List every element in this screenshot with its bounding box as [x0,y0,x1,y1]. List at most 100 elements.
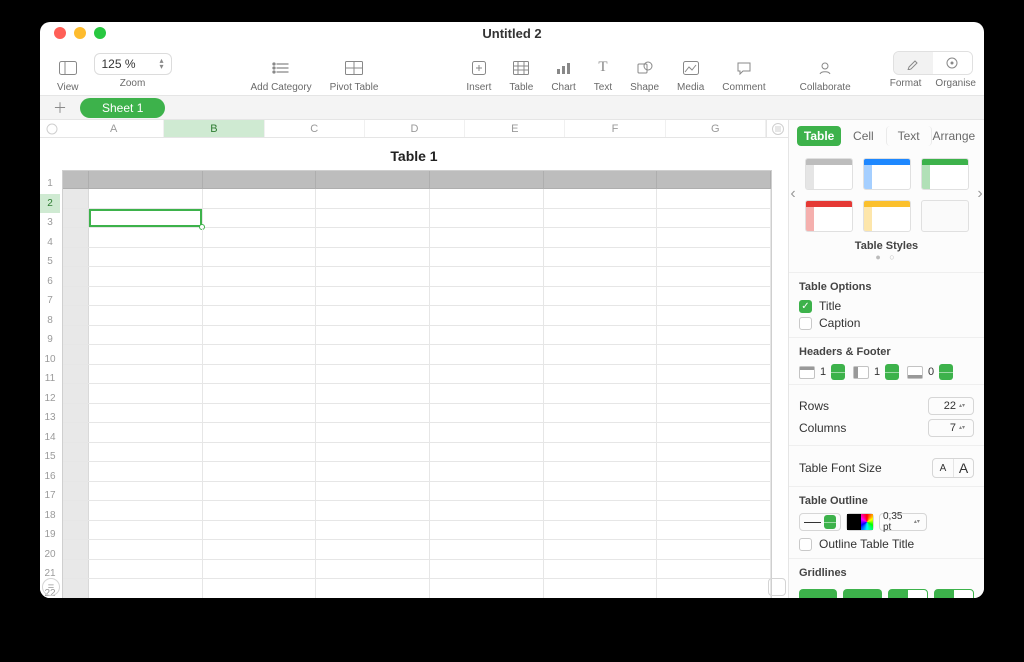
row-header-4[interactable]: 4 [40,233,60,253]
row-header-12[interactable]: 12 [40,389,60,409]
table-row[interactable] [63,228,771,248]
table-row[interactable] [63,248,771,268]
font-larger-button[interactable]: A [953,459,973,477]
row-header-9[interactable]: 9 [40,330,60,350]
chart-button[interactable]: Chart [542,47,584,93]
column-header-B[interactable]: B [164,120,264,137]
column-header-F[interactable]: F [565,120,665,137]
tab-text[interactable]: Text [886,126,932,146]
text-button[interactable]: T Text [585,47,621,93]
pivot-table-button[interactable]: Pivot Table [321,47,388,93]
table-row[interactable] [63,443,771,463]
style-red[interactable] [805,200,853,232]
table-row[interactable] [63,521,771,541]
tab-table[interactable]: Table [797,126,841,146]
header-cols-stepper[interactable]: 1 [853,364,899,380]
table-row[interactable] [63,501,771,521]
font-smaller-button[interactable]: A [933,459,953,477]
row-header-14[interactable]: 14 [40,428,60,448]
style-orange[interactable] [863,200,911,232]
row-header-8[interactable]: 8 [40,311,60,331]
tab-cell[interactable]: Cell [841,126,885,146]
table-row[interactable] [63,365,771,385]
row-header-1[interactable]: 1 [40,174,60,194]
gridlines-header-h[interactable] [888,589,928,598]
column-header-D[interactable]: D [365,120,465,137]
columns-input[interactable]: 7▴▾ [928,419,974,437]
row-header-15[interactable]: 15 [40,447,60,467]
shape-button[interactable]: Shape [621,47,668,93]
table-row[interactable] [63,209,771,229]
column-header-C[interactable]: C [265,120,365,137]
table-row[interactable] [63,267,771,287]
table-row[interactable] [63,540,771,560]
row-header-18[interactable]: 18 [40,506,60,526]
table-row[interactable] [63,423,771,443]
column-header-E[interactable]: E [465,120,565,137]
gridlines-header-v[interactable] [934,589,974,598]
rows-input[interactable]: 22▴▾ [928,397,974,415]
zoom-select[interactable]: 125 % ▴▾ [94,53,172,75]
row-header-17[interactable]: 17 [40,486,60,506]
footer-rows-stepper[interactable]: 0 [907,364,953,380]
table-row[interactable] [63,560,771,580]
row-header-2[interactable]: 2 [40,194,60,214]
formula-button[interactable]: = [42,578,60,596]
style-grey[interactable] [805,158,853,190]
table-row[interactable] [63,345,771,365]
outline-color-select[interactable] [846,513,874,531]
column-header-A[interactable]: A [64,120,164,137]
outline-title-checkbox[interactable]: Outline Table Title [799,537,974,551]
table-row[interactable] [63,482,771,502]
table-button[interactable]: Table [500,47,542,93]
table-row[interactable] [63,384,771,404]
row-header-16[interactable]: 16 [40,467,60,487]
row-header-6[interactable]: 6 [40,272,60,292]
minimise-window[interactable] [74,27,86,39]
add-sheet-button[interactable]: ＋ [48,98,72,118]
table-row[interactable] [63,462,771,482]
sheet-canvas[interactable]: ABCDEFG 12345678910111213141516171819202… [40,120,788,598]
outline-line-select[interactable] [799,513,841,531]
header-rows-stepper[interactable]: 1 [799,364,845,380]
row-header-19[interactable]: 19 [40,525,60,545]
styles-prev[interactable]: ‹ [788,188,799,200]
style-plain[interactable] [921,200,969,232]
row-origin-button[interactable] [40,120,64,137]
table-row[interactable] [63,306,771,326]
row-header-5[interactable]: 5 [40,252,60,272]
view-button[interactable]: View [48,47,88,93]
format-toggle[interactable] [894,52,933,74]
maximise-window[interactable] [94,27,106,39]
table-row[interactable] [63,404,771,424]
table-title[interactable]: Table 1 [40,138,788,170]
gridlines-body-h[interactable] [799,589,837,598]
outline-pt-input[interactable]: 0,35 pt▴▾ [879,513,927,531]
tab-arrange[interactable]: Arrange [932,126,976,146]
column-header-G[interactable]: G [666,120,766,137]
gridlines-body-v[interactable] [843,589,881,598]
comment-button[interactable]: Comment [713,47,774,93]
media-button[interactable]: Media [668,47,713,93]
row-header-10[interactable]: 10 [40,350,60,370]
row-header-20[interactable]: 20 [40,545,60,565]
collaborate-button[interactable]: Collaborate [791,47,860,93]
option-caption[interactable]: Caption [799,316,974,330]
table-row[interactable] [63,189,771,209]
table-row[interactable] [63,287,771,307]
style-green[interactable] [921,158,969,190]
style-blue[interactable] [863,158,911,190]
row-header-11[interactable]: 11 [40,369,60,389]
option-title[interactable]: ✓Title [799,299,974,313]
organise-toggle[interactable] [933,52,972,74]
sheet-tab-active[interactable]: Sheet 1 [80,98,165,118]
add-column-handle[interactable] [766,120,788,137]
insert-button[interactable]: Insert [457,47,500,93]
table-row[interactable] [63,579,771,598]
close-window[interactable] [54,27,66,39]
row-header-7[interactable]: 7 [40,291,60,311]
sheet-end-handle[interactable] [768,578,786,596]
table-grid[interactable] [62,170,772,598]
row-header-13[interactable]: 13 [40,408,60,428]
row-header-3[interactable]: 3 [40,213,60,233]
